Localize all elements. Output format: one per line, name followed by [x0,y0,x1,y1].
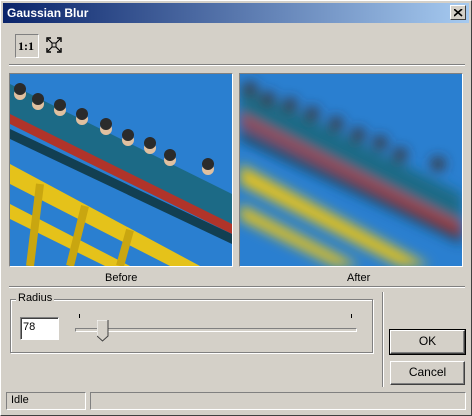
ok-button[interactable]: OK [389,329,466,355]
radius-groupbox [10,299,373,353]
actual-size-label: 1:1 [18,39,34,53]
radius-label: Radius [16,292,55,304]
after-rollercoaster-image [240,74,462,266]
before-caption: Before [105,272,138,284]
cancel-button[interactable]: Cancel [390,361,465,385]
after-preview-image [239,73,463,267]
toolbar-separator [9,64,465,66]
radius-input[interactable]: 78 [20,317,59,340]
radius-slider-track[interactable] [75,328,357,332]
status-text: Idle [6,392,86,410]
status-progress-area [90,392,466,410]
window-title: Gaussian Blur [7,6,89,20]
before-preview-image [9,73,233,267]
button-separator [382,292,384,387]
slider-tick-max [351,314,352,318]
radius-slider-thumb[interactable] [97,320,109,342]
title-bar[interactable]: Gaussian Blur [3,3,469,23]
close-button[interactable] [450,5,466,20]
close-icon [454,9,463,17]
fit-to-window-button[interactable] [43,34,67,58]
actual-size-button[interactable]: 1:1 [15,34,39,58]
after-caption: After [347,272,371,284]
slider-tick-min [79,314,80,318]
before-rollercoaster-image [10,74,232,266]
preview-separator [9,286,465,288]
fit-to-window-icon [46,37,62,53]
gaussian-blur-dialog: Gaussian Blur 1:1 Before After Radius 78… [0,0,472,416]
